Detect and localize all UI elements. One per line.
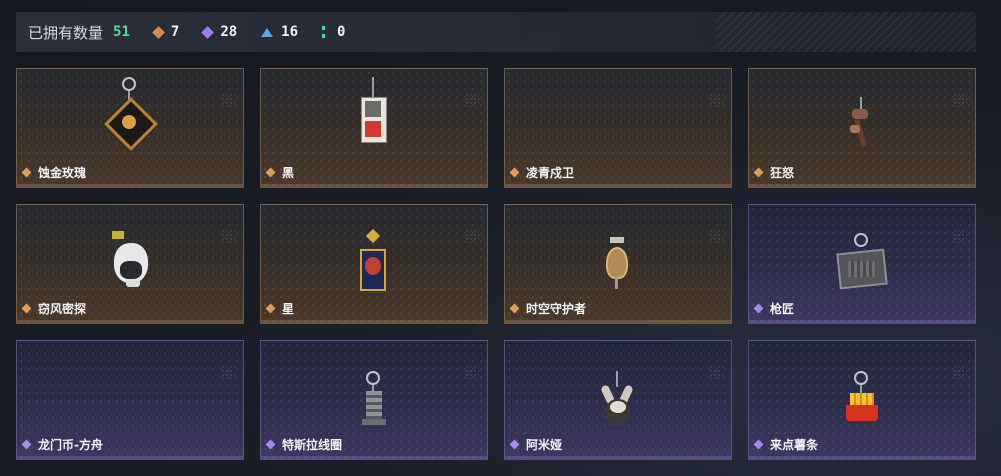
charm-card[interactable]: 阿米娅: [504, 340, 732, 460]
rabbit-figure-charm-icon: [100, 213, 160, 295]
gold-rose-charm-icon: [100, 77, 160, 159]
rarity-diamond-icon: [265, 439, 276, 450]
green-dots-icon: [322, 26, 329, 38]
orange-diamond-icon: [152, 25, 165, 39]
rope-charm-icon: [832, 77, 892, 159]
golden-ornament-charm-icon: [588, 213, 648, 295]
charm-name: 枪匠: [770, 302, 795, 316]
stat-purple-value: 28: [220, 24, 238, 40]
stat-orange: 7: [152, 24, 180, 40]
owned-label: 已拥有数量: [28, 23, 104, 42]
armor-box-charm-icon: [832, 213, 892, 295]
charm-card[interactable]: 狂怒: [748, 68, 976, 188]
charm-name: 狂怒: [770, 166, 795, 180]
rarity-diamond-icon: [509, 303, 520, 314]
inventory-summary-bar: 已拥有数量 51 7 28 16 0: [16, 12, 976, 52]
rarity-diamond-icon: [753, 167, 764, 178]
charm-card[interactable]: 枪匠: [748, 204, 976, 324]
charm-name: 来点薯条: [770, 438, 819, 452]
rarity-diamond-icon: [21, 439, 32, 450]
purple-diamond-icon: [201, 25, 215, 39]
rarity-diamond-icon: [265, 303, 276, 314]
owned-count: 51: [113, 24, 130, 40]
charm-name: 蚀金玫瑰: [38, 166, 87, 180]
stat-green: 0: [322, 24, 345, 40]
charm-card[interactable]: 时空守护者: [504, 204, 732, 324]
charm-card[interactable]: 蚀金玫瑰: [16, 68, 244, 188]
charm-card[interactable]: 来点薯条: [748, 340, 976, 460]
rarity-diamond-icon: [265, 167, 276, 178]
charm-card[interactable]: 星: [260, 204, 488, 324]
charm-name: 特斯拉线圈: [282, 438, 343, 452]
stat-purple: 28: [201, 24, 238, 40]
fries-charm-icon: [832, 349, 892, 431]
stat-orange-value: 7: [170, 24, 180, 40]
rarity-diamond-icon: [21, 303, 32, 314]
charm-name: 星: [282, 302, 295, 316]
rarity-diamond-icon: [509, 439, 520, 450]
charm-card[interactable]: 特斯拉线圈: [260, 340, 488, 460]
charm-name: 凌青戍卫: [526, 166, 575, 180]
rarity-diamond-icon: [509, 167, 520, 178]
charm-card[interactable]: 黑: [260, 68, 488, 188]
charm-card[interactable]: 窃风密探: [16, 204, 244, 324]
charm-card[interactable]: 龙门币-方舟: [16, 340, 244, 460]
charm-card[interactable]: 凌青戍卫: [504, 68, 732, 188]
tarot-card-charm-icon: [344, 213, 404, 295]
stat-blue-value: 16: [281, 24, 299, 40]
rarity-diamond-icon: [753, 303, 764, 314]
rarity-diamond-icon: [21, 167, 32, 178]
stat-blue: 16: [261, 24, 298, 40]
blue-triangle-icon: [261, 27, 274, 37]
charm-name: 黑: [282, 166, 295, 180]
charm-name: 窃风密探: [38, 302, 87, 316]
charm-name: 阿米娅: [526, 438, 563, 452]
charm-name: 时空守护者: [526, 302, 587, 316]
amiya-figure-charm-icon: [588, 349, 648, 431]
tesla-coil-charm-icon: [344, 349, 404, 431]
rarity-diamond-icon: [753, 439, 764, 450]
charm-name: 龙门币-方舟: [38, 438, 103, 452]
card-tag-charm-icon: [344, 77, 404, 159]
stat-green-value: 0: [337, 24, 346, 40]
